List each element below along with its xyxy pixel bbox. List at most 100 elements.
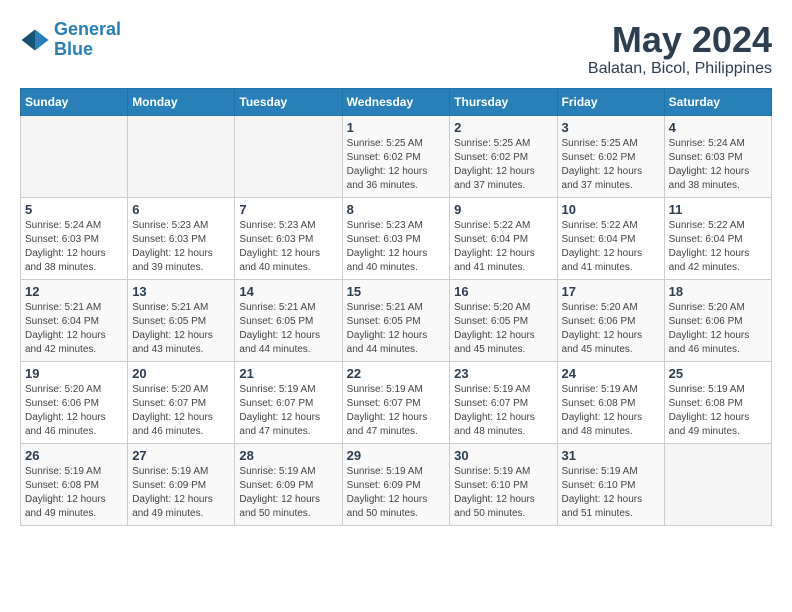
calendar-cell xyxy=(235,115,342,197)
calendar-cell: 8Sunrise: 5:23 AM Sunset: 6:03 PM Daylig… xyxy=(342,197,450,279)
calendar-cell: 5Sunrise: 5:24 AM Sunset: 6:03 PM Daylig… xyxy=(21,197,128,279)
day-info: Sunrise: 5:19 AM Sunset: 6:09 PM Dayligh… xyxy=(347,465,446,521)
title-area: May 2024 Balatan, Bicol, Philippines xyxy=(588,20,772,78)
day-number: 16 xyxy=(454,284,552,299)
calendar-cell: 29Sunrise: 5:19 AM Sunset: 6:09 PM Dayli… xyxy=(342,443,450,525)
day-number: 12 xyxy=(25,284,123,299)
day-info: Sunrise: 5:19 AM Sunset: 6:10 PM Dayligh… xyxy=(454,465,552,521)
day-info: Sunrise: 5:19 AM Sunset: 6:07 PM Dayligh… xyxy=(347,383,446,439)
day-info: Sunrise: 5:25 AM Sunset: 6:02 PM Dayligh… xyxy=(347,137,446,193)
header-cell: Tuesday xyxy=(235,88,342,115)
day-info: Sunrise: 5:23 AM Sunset: 6:03 PM Dayligh… xyxy=(132,219,230,275)
day-number: 27 xyxy=(132,448,230,463)
calendar-row: 19 Sunrise: 5:20 AM Sunset: 6:06 PM Dayli… xyxy=(21,361,772,443)
day-number: 4 xyxy=(669,120,767,135)
calendar-cell: 11 Sunrise: 5:22 AM Sunset: 6:04 PM Dayli… xyxy=(664,197,771,279)
day-info: Sunrise: 5:23 AM Sunset: 6:03 PM Dayligh… xyxy=(239,219,337,275)
header-cell: Monday xyxy=(128,88,235,115)
day-number: 18 xyxy=(669,284,767,299)
location: Balatan, Bicol, Philippines xyxy=(588,60,772,78)
day-info: Sunrise: 5:20 AM Sunset: 6:06 PM Dayligh… xyxy=(25,383,123,439)
header-cell: Thursday xyxy=(450,88,557,115)
day-number: 1 xyxy=(347,120,446,135)
header-cell: Friday xyxy=(557,88,664,115)
day-number: 3 xyxy=(562,120,660,135)
calendar-cell: 26Sunrise: 5:19 AM Sunset: 6:08 PM Dayli… xyxy=(21,443,128,525)
day-info: Sunrise: 5:24 AM Sunset: 6:03 PM Dayligh… xyxy=(25,219,123,275)
calendar-cell: 17 Sunrise: 5:20 AM Sunset: 6:06 PM Dayli… xyxy=(557,279,664,361)
calendar-cell: 9Sunrise: 5:22 AM Sunset: 6:04 PM Daylig… xyxy=(450,197,557,279)
day-info: Sunrise: 5:19 AM Sunset: 6:09 PM Dayligh… xyxy=(239,465,337,521)
calendar-cell: 12 Sunrise: 5:21 AM Sunset: 6:04 PM Dayli… xyxy=(21,279,128,361)
day-number: 2 xyxy=(454,120,552,135)
day-info: Sunrise: 5:19 AM Sunset: 6:10 PM Dayligh… xyxy=(562,465,660,521)
calendar-cell xyxy=(21,115,128,197)
calendar-cell: 23Sunrise: 5:19 AM Sunset: 6:07 PM Dayli… xyxy=(450,361,557,443)
day-number: 20 xyxy=(132,366,230,381)
day-info: Sunrise: 5:24 AM Sunset: 6:03 PM Dayligh… xyxy=(669,137,767,193)
day-number: 25 xyxy=(669,366,767,381)
day-info: Sunrise: 5:21 AM Sunset: 6:05 PM Dayligh… xyxy=(132,301,230,357)
calendar-cell: 25 Sunrise: 5:19 AM Sunset: 6:08 PM Dayli… xyxy=(664,361,771,443)
day-info: Sunrise: 5:25 AM Sunset: 6:02 PM Dayligh… xyxy=(454,137,552,193)
calendar-cell: 6 Sunrise: 5:23 AM Sunset: 6:03 PM Daylig… xyxy=(128,197,235,279)
calendar-row: 12 Sunrise: 5:21 AM Sunset: 6:04 PM Dayli… xyxy=(21,279,772,361)
day-number: 13 xyxy=(132,284,230,299)
calendar-cell: 10 Sunrise: 5:22 AM Sunset: 6:04 PM Dayli… xyxy=(557,197,664,279)
calendar-cell xyxy=(128,115,235,197)
day-info: Sunrise: 5:19 AM Sunset: 6:07 PM Dayligh… xyxy=(239,383,337,439)
day-number: 8 xyxy=(347,202,446,217)
day-info: Sunrise: 5:19 AM Sunset: 6:08 PM Dayligh… xyxy=(25,465,123,521)
day-number: 17 xyxy=(562,284,660,299)
calendar-table: SundayMondayTuesdayWednesdayThursdayFrid… xyxy=(20,88,772,526)
calendar-cell: 16 Sunrise: 5:20 AM Sunset: 6:05 PM Dayli… xyxy=(450,279,557,361)
calendar-cell: 18Sunrise: 5:20 AM Sunset: 6:06 PM Dayli… xyxy=(664,279,771,361)
calendar-cell xyxy=(664,443,771,525)
day-info: Sunrise: 5:22 AM Sunset: 6:04 PM Dayligh… xyxy=(669,219,767,275)
day-number: 7 xyxy=(239,202,337,217)
day-info: Sunrise: 5:20 AM Sunset: 6:07 PM Dayligh… xyxy=(132,383,230,439)
day-info: Sunrise: 5:25 AM Sunset: 6:02 PM Dayligh… xyxy=(562,137,660,193)
day-info: Sunrise: 5:20 AM Sunset: 6:05 PM Dayligh… xyxy=(454,301,552,357)
calendar-cell: 30 Sunrise: 5:19 AM Sunset: 6:10 PM Dayli… xyxy=(450,443,557,525)
day-info: Sunrise: 5:22 AM Sunset: 6:04 PM Dayligh… xyxy=(454,219,552,275)
day-number: 10 xyxy=(562,202,660,217)
day-number: 19 xyxy=(25,366,123,381)
month-title: May 2024 xyxy=(588,20,772,60)
page-header: General Blue May 2024 Balatan, Bicol, Ph… xyxy=(20,20,772,78)
day-number: 6 xyxy=(132,202,230,217)
day-number: 30 xyxy=(454,448,552,463)
logo-line2: Blue xyxy=(54,39,93,59)
calendar-cell: 15Sunrise: 5:21 AM Sunset: 6:05 PM Dayli… xyxy=(342,279,450,361)
calendar-cell: 21 Sunrise: 5:19 AM Sunset: 6:07 PM Dayli… xyxy=(235,361,342,443)
day-number: 11 xyxy=(669,202,767,217)
header-cell: Saturday xyxy=(664,88,771,115)
day-info: Sunrise: 5:19 AM Sunset: 6:08 PM Dayligh… xyxy=(669,383,767,439)
day-info: Sunrise: 5:19 AM Sunset: 6:08 PM Dayligh… xyxy=(562,383,660,439)
day-number: 24 xyxy=(562,366,660,381)
header-row: SundayMondayTuesdayWednesdayThursdayFrid… xyxy=(21,88,772,115)
calendar-cell: 20 Sunrise: 5:20 AM Sunset: 6:07 PM Dayli… xyxy=(128,361,235,443)
calendar-cell: 19 Sunrise: 5:20 AM Sunset: 6:06 PM Dayli… xyxy=(21,361,128,443)
day-number: 28 xyxy=(239,448,337,463)
day-number: 21 xyxy=(239,366,337,381)
calendar-cell: 1 Sunrise: 5:25 AM Sunset: 6:02 PM Daylig… xyxy=(342,115,450,197)
day-info: Sunrise: 5:20 AM Sunset: 6:06 PM Dayligh… xyxy=(562,301,660,357)
calendar-row: 5Sunrise: 5:24 AM Sunset: 6:03 PM Daylig… xyxy=(21,197,772,279)
calendar-cell: 27 Sunrise: 5:19 AM Sunset: 6:09 PM Dayli… xyxy=(128,443,235,525)
logo-line1: General xyxy=(54,19,121,39)
calendar-cell: 22Sunrise: 5:19 AM Sunset: 6:07 PM Dayli… xyxy=(342,361,450,443)
day-info: Sunrise: 5:21 AM Sunset: 6:04 PM Dayligh… xyxy=(25,301,123,357)
day-number: 14 xyxy=(239,284,337,299)
calendar-row: 1 Sunrise: 5:25 AM Sunset: 6:02 PM Daylig… xyxy=(21,115,772,197)
calendar-cell: 24 Sunrise: 5:19 AM Sunset: 6:08 PM Dayli… xyxy=(557,361,664,443)
day-number: 31 xyxy=(562,448,660,463)
calendar-cell: 4 Sunrise: 5:24 AM Sunset: 6:03 PM Daylig… xyxy=(664,115,771,197)
calendar-cell: 3 Sunrise: 5:25 AM Sunset: 6:02 PM Daylig… xyxy=(557,115,664,197)
calendar-cell: 2 Sunrise: 5:25 AM Sunset: 6:02 PM Daylig… xyxy=(450,115,557,197)
day-info: Sunrise: 5:22 AM Sunset: 6:04 PM Dayligh… xyxy=(562,219,660,275)
day-info: Sunrise: 5:19 AM Sunset: 6:07 PM Dayligh… xyxy=(454,383,552,439)
day-info: Sunrise: 5:19 AM Sunset: 6:09 PM Dayligh… xyxy=(132,465,230,521)
calendar-cell: 31 Sunrise: 5:19 AM Sunset: 6:10 PM Dayli… xyxy=(557,443,664,525)
logo-icon xyxy=(20,28,50,52)
